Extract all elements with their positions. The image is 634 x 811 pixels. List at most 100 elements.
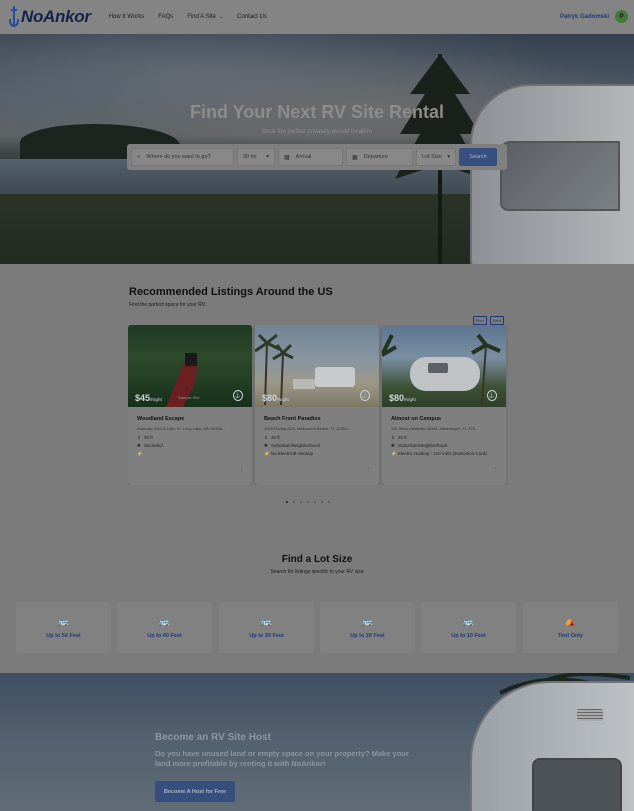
- listing-type-value: Suburban/Neighborhood: [398, 443, 448, 448]
- carousel-prev-button[interactable]: Prev: [472, 316, 487, 325]
- arrival-placeholder: Arrival: [295, 154, 312, 160]
- listing-price: $45/Night: [135, 393, 162, 403]
- lot-label: Up to 50 Feet: [46, 633, 81, 639]
- anchor-badge-icon: ⚓: [360, 390, 370, 401]
- host-title: Become an RV Site Host: [155, 732, 271, 743]
- hero-rv-window: [500, 141, 620, 211]
- become-host-section: Become an RV Site Host Do you have unuse…: [0, 673, 634, 811]
- calendar-icon: ▦: [352, 154, 358, 161]
- rv-icon: 🚌: [462, 616, 475, 626]
- user-name: Patryk Gadomski: [559, 13, 609, 20]
- chevron-down-icon: ▾: [447, 154, 450, 160]
- price-value: $80: [389, 393, 405, 403]
- rv-icon: 🚌: [361, 616, 374, 626]
- top-nav-bar: NoAnkor How It Works FAQs Find A Site ⌄ …: [0, 0, 634, 34]
- search-bar: ⌕ Where do you want to go? 30 mi ▾ ▦ Arr…: [127, 144, 507, 170]
- listing-type-value: Secluded: [144, 443, 163, 448]
- listing-carousel: Sample Site $45/Night ⚓ Woodland Escape …: [128, 325, 634, 485]
- distance-select[interactable]: 30 mi ▾: [237, 148, 275, 166]
- nav-find-a-site-label: Find A Site: [187, 14, 216, 20]
- listing-address: 4005 Florida A1A, Melbourne Beach, FL 32…: [264, 426, 351, 431]
- carousel-dot[interactable]: [286, 501, 288, 503]
- search-button[interactable]: Search: [459, 148, 497, 166]
- listing-hookup: ⚡ Electric Hookup - 110 Volts (Extension …: [391, 450, 499, 457]
- listing-length-value: 40 ft: [398, 435, 407, 440]
- lot-label: Up to 40 Feet: [147, 633, 182, 639]
- location-type-icon: ✱: [391, 443, 395, 448]
- plug-icon: ⚡: [264, 451, 270, 456]
- nav-how-it-works[interactable]: How It Works: [109, 14, 145, 20]
- tent-icon: ⛺: [564, 616, 577, 626]
- carousel-dot[interactable]: [307, 501, 309, 503]
- length-icon: ⇕: [137, 435, 141, 440]
- lot-option-30[interactable]: 🚌 Up to 30 Feet: [219, 602, 314, 653]
- listing-length-value: 30 ft: [271, 435, 280, 440]
- listing-address: 130 West Lafayette Street, Tallahassee, …: [391, 426, 479, 431]
- user-menu[interactable]: Patryk Gadomski P: [560, 10, 628, 23]
- main-nav: How It Works FAQs Find A Site ⌄ Contact …: [109, 14, 281, 20]
- departure-date-input[interactable]: ▦ Departure: [346, 148, 413, 166]
- host-description: Do you have unused land or empty space o…: [155, 749, 409, 768]
- listing-card-woodland-escape[interactable]: Sample Site $45/Night ⚓ Woodland Escape …: [128, 325, 252, 485]
- price-value: $45: [135, 393, 151, 403]
- listing-length: ⇕ 40 ft: [391, 434, 499, 441]
- nav-contact-us[interactable]: Contact Us: [237, 14, 267, 20]
- carousel-dot[interactable]: [293, 501, 295, 503]
- lot-label: Up to 10 Feet: [451, 633, 486, 639]
- lot-size-section: Find a Lot Size Search for listings spec…: [0, 528, 634, 673]
- listing-hookup-value: No Electrical Hookup: [271, 451, 314, 456]
- logo-text: NoAnkor: [21, 7, 91, 26]
- carousel-next-button[interactable]: Next: [489, 316, 504, 325]
- listing-type: ✱ Suburban/Neighborhood: [391, 442, 499, 449]
- listing-type: ✱ Secluded: [137, 442, 245, 449]
- listing-length: ⇕ 30 ft: [264, 434, 372, 441]
- nav-find-a-site[interactable]: Find A Site ⌄: [187, 14, 223, 20]
- location-type-icon: ✱: [137, 443, 141, 448]
- listing-address: Roanoke Blvd & Lake St, Long Lake, MN 55…: [137, 426, 226, 431]
- carousel-dot[interactable]: [314, 501, 316, 503]
- listing-hookup: ⚡ No Electrical Hookup: [264, 450, 372, 457]
- listing-card-beach-front-paradise[interactable]: $80/Night ⚓ Beach Front Paradise 4005 Fl…: [255, 325, 379, 485]
- listing-type: ✱ Suburban/Neighborhood: [264, 442, 372, 449]
- more-options-icon[interactable]: ⋮: [493, 467, 498, 473]
- anchor-badge-icon: ⚓: [487, 390, 497, 401]
- listing-card-almost-on-campus[interactable]: $80/Night ⚓ Almost on Campus 130 West La…: [382, 325, 506, 485]
- listing-price: $80/Night: [389, 393, 416, 403]
- rv-window: [532, 758, 622, 811]
- nav-faqs[interactable]: FAQs: [158, 14, 173, 20]
- listing-length: ⇕ 30 ft: [137, 434, 245, 441]
- rv-icon: 🚌: [260, 616, 273, 626]
- more-options-icon[interactable]: ⋮: [366, 467, 371, 473]
- location-placeholder: Where do you want to go?: [146, 154, 211, 160]
- length-icon: ⇕: [391, 435, 395, 440]
- distance-value: 30 mi: [243, 154, 257, 160]
- anchor-logo-icon: [9, 6, 19, 27]
- carousel-dot[interactable]: [321, 501, 323, 503]
- search-icon: ⌕: [137, 153, 141, 160]
- lot-option-50[interactable]: 🚌 Up to 50 Feet: [16, 602, 111, 653]
- lot-option-tent[interactable]: ⛺ Tent Only: [523, 602, 618, 653]
- lot-option-20[interactable]: 🚌 Up to 20 Feet: [320, 602, 415, 653]
- carousel-dot[interactable]: [328, 501, 330, 503]
- price-value: $80: [262, 393, 278, 403]
- length-icon: ⇕: [264, 435, 268, 440]
- carousel-dots: [286, 501, 330, 503]
- more-options-icon[interactable]: ⋮: [239, 467, 244, 473]
- listing-title: Beach Front Paradise: [264, 416, 321, 422]
- lot-option-40[interactable]: 🚌 Up to 40 Feet: [117, 602, 212, 653]
- lot-size-select[interactable]: Lot Size ▾: [416, 148, 456, 166]
- departure-placeholder: Departure: [363, 154, 389, 160]
- avatar[interactable]: P: [615, 10, 628, 23]
- logo[interactable]: NoAnkor: [8, 5, 91, 29]
- chevron-down-icon: ⌄: [218, 14, 224, 20]
- lot-label: Up to 30 Feet: [249, 633, 284, 639]
- carousel-dot[interactable]: [300, 501, 302, 503]
- location-search-input[interactable]: ⌕ Where do you want to go?: [131, 148, 234, 166]
- hero-subtitle: Book the perfect privately-owned locatio…: [262, 129, 372, 135]
- become-host-button[interactable]: Become A Host for Free: [155, 781, 235, 802]
- listing-hookup: ⚡: [137, 450, 245, 457]
- arrival-date-input[interactable]: ▦ Arrival: [278, 148, 343, 166]
- price-per: /Night: [150, 397, 162, 402]
- lot-option-10[interactable]: 🚌 Up to 10 Feet: [421, 602, 516, 653]
- lot-label: Up to 20 Feet: [350, 633, 385, 639]
